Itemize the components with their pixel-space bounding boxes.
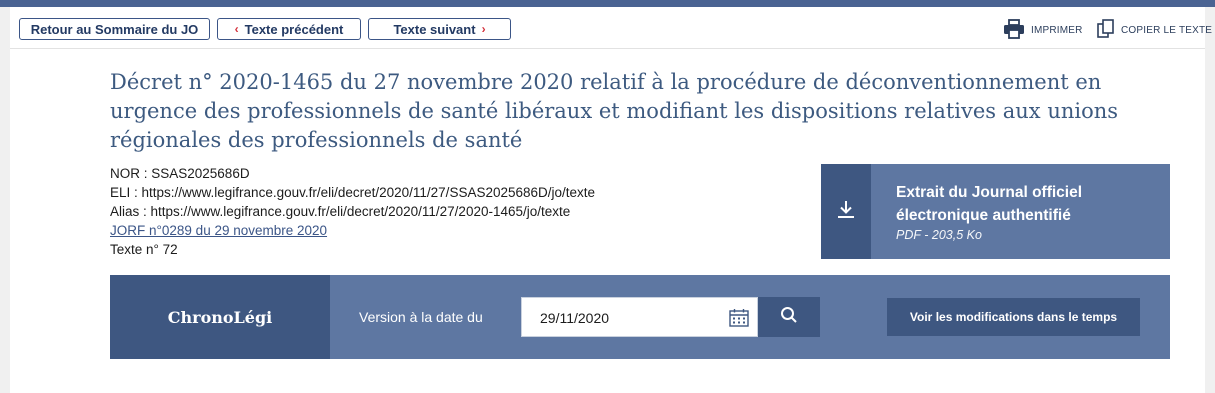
toolbar-divider [10,48,1205,49]
right-margin [1205,7,1215,393]
jorf-link[interactable]: JORF n°0289 du 29 novembre 2020 [110,223,327,238]
nor-reference: NOR : SSAS2025686D [110,166,250,181]
view-modifications-button[interactable]: Voir les modifications dans le temps [887,298,1140,336]
version-date-input[interactable]: 29/11/2020 [521,297,758,337]
printer-icon [1003,18,1025,42]
back-to-summary-button[interactable]: Retour au Sommaire du JO [19,18,210,40]
left-margin [0,7,10,393]
chronolegi-panel: ChronoLégi Version à la date du 29/11/20… [110,275,1170,359]
download-icon [837,199,855,224]
next-text-button[interactable]: Texte suivant › [368,18,511,40]
previous-text-label: Texte précédent [244,21,344,37]
text-number: Texte n° 72 [110,242,178,257]
copy-text-button[interactable]: COPIER LE TEXTE [1097,18,1213,42]
print-button[interactable]: IMPRIMER [1003,18,1083,42]
copy-icon [1097,18,1115,42]
print-label: IMPRIMER [1031,24,1083,36]
document-title: Décret n° 2020-1465 du 27 novembre 2020 … [110,70,1119,152]
chronolegi-brand: ChronoLégi [110,275,330,359]
eli-reference: ELI : https://www.legifrance.gouv.fr/eli… [110,185,596,200]
previous-text-button[interactable]: ‹ Texte précédent [217,18,361,40]
download-title-line1: Extrait du Journal officiel [896,184,1083,201]
back-to-summary-label: Retour au Sommaire du JO [30,21,199,37]
chevron-left-icon: ‹ [234,22,239,36]
version-date-value: 29/11/2020 [540,310,610,326]
download-title-line2: électronique authentifié [896,207,1071,224]
next-text-label: Texte suivant [393,21,476,37]
chevron-right-icon: › [481,22,486,36]
search-icon [780,306,798,329]
top-accent-bar [0,0,1215,7]
copy-text-label: COPIER LE TEXTE [1121,24,1213,36]
calendar-icon[interactable] [729,308,749,332]
alias-reference: Alias : https://www.legifrance.gouv.fr/e… [110,204,571,219]
version-date-label: Version à la date du [359,309,483,325]
download-text: Extrait du Journal officiel électronique… [896,181,1082,242]
download-icon-box [821,164,871,259]
download-file-info: PDF - 203,5 Ko [896,228,982,242]
search-button[interactable] [758,297,820,337]
jorf-reference: JORF n°0289 du 29 novembre 2020 [110,221,327,240]
download-official-extract-button[interactable]: Extrait du Journal officiel électronique… [821,164,1170,259]
